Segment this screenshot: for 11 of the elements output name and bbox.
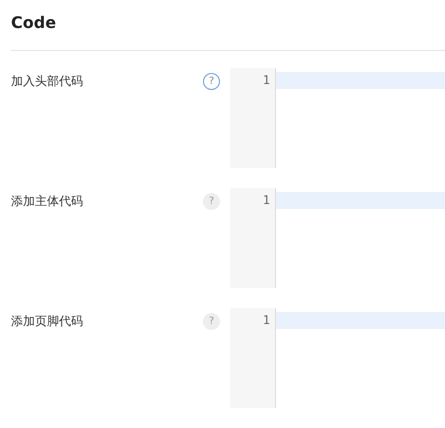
- code-editor[interactable]: 1: [230, 68, 445, 168]
- field-label: 加入头部代码: [10, 74, 84, 88]
- help-icon[interactable]: ?: [203, 73, 220, 90]
- section-title: Code: [11, 13, 56, 33]
- line-number: 1: [262, 192, 271, 209]
- code-editor[interactable]: 1: [230, 308, 445, 408]
- code-editor[interactable]: 1: [230, 188, 445, 288]
- line-number: 1: [262, 72, 271, 89]
- field-label: 添加页脚代码: [10, 314, 84, 328]
- field-label: 添加主体代码: [10, 194, 84, 208]
- line-number: 1: [262, 312, 271, 329]
